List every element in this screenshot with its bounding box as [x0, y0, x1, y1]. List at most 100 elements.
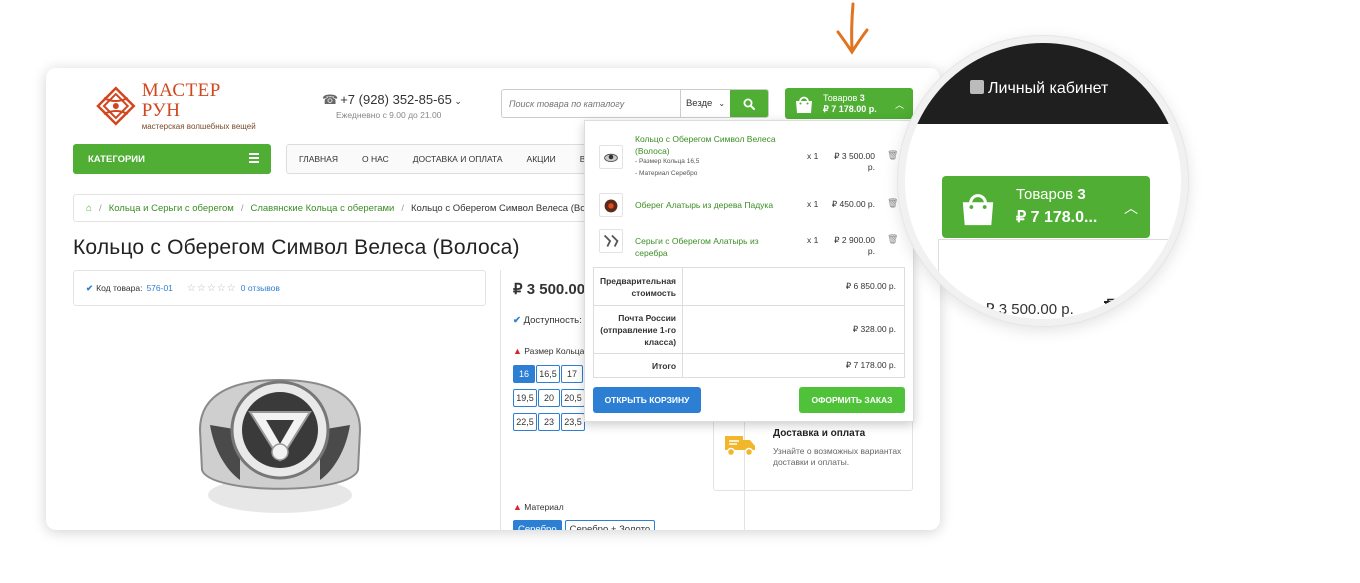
- size-option[interactable]: 23: [538, 413, 560, 431]
- size-option[interactable]: 19,5: [513, 389, 537, 407]
- cart-item-qty: x 1: [807, 199, 819, 209]
- chevron-down-icon: ⌄: [451, 96, 462, 106]
- user-icon: [970, 80, 984, 94]
- warning-icon: ▲: [513, 502, 522, 512]
- categories-button[interactable]: КАТЕГОРИИ: [73, 144, 271, 174]
- product-thumbnail[interactable]: [599, 229, 623, 253]
- product-thumbnail[interactable]: [599, 193, 623, 217]
- logo-knot-icon: [96, 86, 136, 126]
- chevron-up-icon: ︿: [894, 100, 904, 110]
- product-image[interactable]: [180, 320, 380, 530]
- delivery-text: Узнайте о возможных вариантах доставки и…: [773, 446, 902, 467]
- chevron-up-icon: ︿: [1124, 200, 1138, 216]
- shopping-bag-icon: [796, 96, 812, 113]
- breadcrumb-link-slavic-rings[interactable]: Славянские Кольца с оберегами: [250, 203, 394, 214]
- breadcrumb-link-rings[interactable]: Кольца и Серьги с оберегом: [109, 203, 234, 214]
- search-scope-select[interactable]: Везде ⌄: [680, 90, 730, 117]
- total-value: ₽ 7 178.00 р.: [682, 353, 905, 378]
- size-option[interactable]: 17: [561, 365, 583, 383]
- table-row: Почта России (отправление 1-го класса) ₽…: [592, 305, 905, 354]
- menu-item-about[interactable]: О НАС: [350, 154, 401, 164]
- product-code-label: Код товара:: [96, 283, 143, 293]
- store-page: МАСТЕР РУН мастерская волшебных вещей ☎ +…: [46, 68, 940, 530]
- material-option-silver[interactable]: Серебро: [513, 520, 562, 530]
- size-option[interactable]: 20: [538, 389, 560, 407]
- product-info-box: ✔ Код товара: 576-01 ☆☆☆☆☆ 0 отзывов: [73, 270, 486, 306]
- cart-button[interactable]: Товаров 3 ₽ 7 178.00 р. ︿: [785, 88, 913, 119]
- cart-item-name[interactable]: Оберег Алатырь из дерева Падука: [635, 199, 785, 211]
- availability: ✔ Доступность:: [513, 315, 582, 326]
- phone-number[interactable]: ☎ +7 (928) 352-85-65 ⌄: [322, 92, 462, 108]
- truck-icon: [725, 436, 755, 457]
- arrow-down-icon: [836, 2, 869, 55]
- size-option-label: ▲ Размер Кольца: [513, 346, 585, 356]
- cart-label: Товаров: [823, 92, 858, 103]
- cart-total: ₽ 7 178.0...: [1016, 209, 1098, 226]
- list-item: Оберег Алатырь из дерева Падука x 1 ₽ 45…: [585, 189, 915, 225]
- search-bar: Везде ⌄: [501, 89, 769, 118]
- shipping-label: Почта России (отправление 1-го класса): [592, 305, 684, 354]
- cart-item-name[interactable]: Кольцо с Оберегом Символ Велеса (Волоса): [635, 133, 785, 157]
- checkout-button[interactable]: ОФОРМИТЬ ЗАКАЗ: [799, 387, 905, 413]
- cart-item-name[interactable]: Серьги с Оберегом Алатырь из серебра: [635, 235, 785, 259]
- menu-item-delivery[interactable]: ДОСТАВКА И ОПЛАТА: [401, 154, 515, 164]
- availability-label: Доступность:: [523, 315, 582, 326]
- material-options: Серебро Серебро + Золото: [513, 520, 658, 530]
- cart-button-zoomed[interactable]: Товаров 3 ₽ 7 178.0... ︿: [942, 176, 1150, 238]
- account-link[interactable]: Личный кабинет: [970, 80, 1108, 98]
- working-hours: Ежедневно с 9.00 до 21.00: [336, 110, 442, 120]
- delivery-title[interactable]: Доставка и оплата: [773, 428, 865, 439]
- cart-item-qty: x 1: [807, 151, 819, 161]
- size-option[interactable]: 23,5: [561, 413, 585, 431]
- cart-count: 3: [1077, 186, 1086, 203]
- size-option[interactable]: 16,5: [536, 365, 560, 383]
- product-thumbnail[interactable]: [599, 145, 623, 169]
- product-code: 576-01: [146, 283, 173, 293]
- cart-count: 3: [859, 92, 865, 103]
- open-cart-button[interactable]: ОТКРЫТЬ КОРЗИНУ: [593, 387, 701, 413]
- phone-text: +7 (928) 352-85-65: [340, 92, 452, 107]
- size-option[interactable]: 16: [513, 365, 535, 383]
- zoom-magnifier: Личный кабинет Товаров 3 ₽ 7 178.0... ︿ …: [898, 36, 1188, 326]
- cart-item-price: ₽ 2 900.00 р.: [834, 235, 875, 256]
- material-option-silver-gold[interactable]: Серебро + Золото: [564, 520, 656, 530]
- delivery-info: Доставка и оплата Узнайте о возможных ва…: [713, 413, 913, 491]
- cart-item-price: ₽ 3 500.00 р.: [834, 151, 875, 172]
- categories-label: КАТЕГОРИИ: [88, 153, 145, 165]
- breadcrumb: ⌂ / Кольца и Серьги с оберегом / Славянс…: [73, 194, 603, 222]
- screenshot-stage: МАСТЕР РУН мастерская волшебных вещей ☎ +…: [0, 0, 1360, 583]
- cart-item-price: ₽ 450.00 р.: [831, 199, 875, 209]
- product-price: ₽ 3 500.00: [513, 281, 586, 298]
- size-option[interactable]: 22,5: [513, 413, 537, 431]
- cart-total: ₽ 7 178.00 р.: [823, 103, 877, 114]
- trash-icon[interactable]: [1103, 298, 1119, 316]
- account-label: Личный кабинет: [988, 80, 1109, 97]
- chevron-down-icon: ⌄: [718, 99, 726, 108]
- menu-item-promotions[interactable]: АКЦИИ: [515, 154, 568, 164]
- check-icon: ✔: [86, 282, 94, 293]
- search-input[interactable]: [502, 90, 680, 117]
- table-row: Предварительная стоимость ₽ 6 850.00 р.: [592, 267, 905, 306]
- phone-icon: ☎: [322, 92, 339, 107]
- check-icon: ✔: [513, 315, 521, 326]
- store-logo[interactable]: МАСТЕР РУН мастерская волшебных вещей: [94, 81, 264, 131]
- trash-icon[interactable]: 🗑: [887, 150, 898, 161]
- search-button[interactable]: [730, 90, 768, 117]
- menu-item-home[interactable]: ГЛАВНАЯ: [287, 154, 350, 164]
- size-option[interactable]: 20,5: [561, 389, 585, 407]
- list-item: Серьги с Оберегом Алатырь из серебра x 1…: [585, 225, 915, 261]
- trash-icon[interactable]: 🗑: [887, 198, 898, 209]
- subtotal-value: ₽ 6 850.00 р.: [682, 267, 905, 306]
- breadcrumb-current: Кольцо с Оберегом Символ Велеса (Воло: [410, 202, 597, 214]
- total-label: Итого: [592, 353, 684, 378]
- subtotal-label: Предварительная стоимость: [592, 267, 684, 306]
- rating-stars[interactable]: ☆☆☆☆☆: [187, 283, 237, 294]
- logo-subtitle: мастерская волшебных вещей: [141, 122, 256, 131]
- reviews-link[interactable]: 0 отзывов: [241, 283, 280, 293]
- cart-item-option: - Материал Серебро: [635, 170, 698, 177]
- home-icon[interactable]: ⌂: [86, 203, 92, 214]
- cart-dropdown: Кольцо с Оберегом Символ Велеса (Волоса)…: [584, 120, 914, 422]
- trash-icon[interactable]: 🗑: [887, 234, 898, 245]
- material-option-label: ▲ Материал: [513, 502, 564, 512]
- warning-icon: ▲: [513, 346, 522, 356]
